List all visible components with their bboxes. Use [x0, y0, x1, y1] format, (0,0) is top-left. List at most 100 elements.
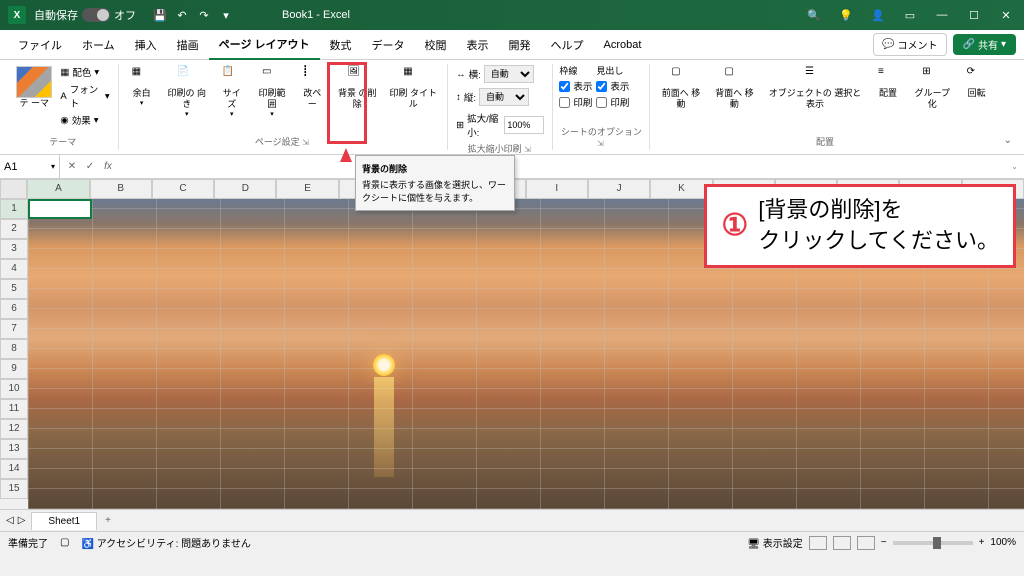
bring-forward-button[interactable]: ▢前面へ 移動 — [656, 64, 705, 112]
fonts-button[interactable]: A フォント ▾ — [58, 81, 111, 111]
delete-background-button[interactable]: 🖼背景 の削除 — [333, 64, 381, 112]
tab-draw[interactable]: 描画 — [167, 31, 209, 59]
maximize-icon[interactable]: ☐ — [964, 5, 984, 25]
colors-button[interactable]: ▦ 配色 ▾ — [58, 64, 111, 80]
tab-help[interactable]: ヘルプ — [541, 31, 594, 59]
close-icon[interactable]: ✕ — [996, 5, 1016, 25]
row-header[interactable]: 7 — [0, 319, 28, 339]
select-all-corner[interactable] — [0, 179, 27, 199]
minimize-icon[interactable]: — — [932, 5, 952, 25]
print-titles-button[interactable]: ▦印刷 タイトル — [385, 64, 441, 112]
row-header[interactable]: 2 — [0, 219, 28, 239]
col-header[interactable]: B — [90, 179, 152, 199]
sheet-tab[interactable]: Sheet1 — [31, 512, 97, 530]
headings-print-checkbox[interactable]: 印刷 — [596, 95, 629, 109]
qat-dropdown-icon[interactable]: ▾ — [218, 7, 234, 23]
tab-insert[interactable]: 挿入 — [125, 31, 167, 59]
search-icon[interactable]: 🔍 — [804, 5, 824, 25]
height-label: 縦: — [464, 90, 476, 104]
size-button[interactable]: 📋サイズ▾ — [215, 64, 249, 120]
row-header[interactable]: 8 — [0, 339, 28, 359]
col-header[interactable]: A — [27, 179, 89, 199]
selection-pane-button[interactable]: ☰オブジェクトの 選択と表示 — [763, 64, 867, 112]
undo-icon[interactable]: ↶ — [174, 7, 190, 23]
zoom-slider[interactable] — [893, 541, 973, 545]
breaks-button[interactable]: ┋改ペー — [295, 64, 329, 112]
row-header[interactable]: 5 — [0, 279, 28, 299]
share-button[interactable]: 🔗 共有 ▾ — [953, 34, 1016, 55]
status-ready: 準備完了 — [8, 535, 48, 550]
gridlines-view-checkbox[interactable]: 表示 — [559, 79, 592, 93]
tab-file[interactable]: ファイル — [8, 31, 72, 59]
align-button[interactable]: ≡配置 — [871, 64, 905, 101]
active-cell[interactable] — [28, 199, 92, 219]
row-header[interactable]: 13 — [0, 439, 28, 459]
height-select[interactable]: 自動 — [479, 88, 529, 106]
save-icon[interactable]: 💾 — [152, 7, 168, 23]
col-header[interactable]: E — [276, 179, 338, 199]
col-header[interactable]: D — [214, 179, 276, 199]
margins-button[interactable]: ▦余白▾ — [125, 64, 159, 109]
page-setup-launcher[interactable]: ⇲ — [302, 138, 309, 147]
row-header[interactable]: 6 — [0, 299, 28, 319]
account-icon[interactable]: 👤 — [868, 5, 888, 25]
col-header[interactable]: J — [588, 179, 650, 199]
zoom-in-icon[interactable]: + — [979, 537, 985, 548]
group-button[interactable]: ⊞グループ化 — [909, 64, 956, 112]
row-header[interactable]: 3 — [0, 239, 28, 259]
tab-acrobat[interactable]: Acrobat — [594, 33, 652, 57]
sheet-nav-prev-icon[interactable]: ◁ — [6, 515, 14, 526]
enter-formula-icon[interactable]: ✓ — [82, 159, 98, 175]
display-settings-button[interactable]: 🖥 表示設定 — [747, 535, 802, 550]
row-header[interactable]: 4 — [0, 259, 28, 279]
width-select[interactable]: 自動 — [484, 65, 534, 83]
tab-data[interactable]: データ — [362, 31, 415, 59]
accessibility-status[interactable]: ♿ アクセシビリティ: 問題ありません — [81, 535, 250, 550]
add-sheet-button[interactable]: + — [97, 515, 119, 526]
page-layout-view-icon[interactable] — [833, 536, 851, 550]
redo-icon[interactable]: ↷ — [196, 7, 212, 23]
ribbon-options-icon[interactable]: ▭ — [900, 5, 920, 25]
tab-page-layout[interactable]: ページ レイアウト — [209, 30, 320, 60]
scale-launcher[interactable]: ⇲ — [524, 145, 531, 154]
normal-view-icon[interactable] — [809, 536, 827, 550]
formula-expand-icon[interactable]: ⌄ — [1005, 162, 1024, 171]
name-box[interactable]: A1 ▾ — [0, 155, 60, 178]
page-break-view-icon[interactable] — [857, 536, 875, 550]
autosave-toggle[interactable]: 自動保存 オフ — [34, 7, 136, 23]
col-header[interactable]: C — [152, 179, 214, 199]
tab-developer[interactable]: 開発 — [499, 31, 541, 59]
row-header[interactable]: 1 — [0, 199, 28, 219]
rotate-button[interactable]: ⟳回転 — [960, 64, 994, 101]
headings-view-checkbox[interactable]: 表示 — [596, 79, 629, 93]
tab-formulas[interactable]: 数式 — [320, 31, 362, 59]
themes-button[interactable]: テ ーマ — [14, 64, 54, 111]
tab-home[interactable]: ホーム — [72, 31, 125, 59]
fx-icon[interactable]: fx — [100, 159, 116, 175]
print-area-button[interactable]: ▭印刷範囲▾ — [253, 64, 291, 120]
macro-record-icon[interactable]: ▢ — [60, 537, 69, 548]
col-header[interactable]: I — [526, 179, 588, 199]
sheet-nav-next-icon[interactable]: ▷ — [18, 515, 26, 526]
row-header[interactable]: 10 — [0, 379, 28, 399]
scale-input[interactable] — [504, 116, 544, 134]
zoom-level[interactable]: 100% — [990, 537, 1016, 548]
zoom-out-icon[interactable]: − — [881, 537, 887, 548]
sheet-options-launcher[interactable]: ⇲ — [597, 139, 604, 148]
row-header[interactable]: 11 — [0, 399, 28, 419]
row-header[interactable]: 14 — [0, 459, 28, 479]
send-backward-button[interactable]: ▢背面へ 移動 — [710, 64, 759, 112]
ribbon-collapse-icon[interactable]: ⌄ — [1004, 135, 1012, 146]
gridlines-print-checkbox[interactable]: 印刷 — [559, 95, 592, 109]
col-header[interactable]: K — [650, 179, 712, 199]
row-header[interactable]: 15 — [0, 479, 28, 499]
row-header[interactable]: 12 — [0, 419, 28, 439]
cancel-formula-icon[interactable]: ✕ — [64, 159, 80, 175]
row-header[interactable]: 9 — [0, 359, 28, 379]
comments-button[interactable]: 💬 コメント — [873, 33, 946, 56]
tab-review[interactable]: 校閲 — [415, 31, 457, 59]
orientation-button[interactable]: 📄印刷の 向き▾ — [163, 64, 211, 120]
effects-button[interactable]: ◉ 効果 ▾ — [58, 112, 111, 128]
help-icon[interactable]: 💡 — [836, 5, 856, 25]
tab-view[interactable]: 表示 — [457, 31, 499, 59]
